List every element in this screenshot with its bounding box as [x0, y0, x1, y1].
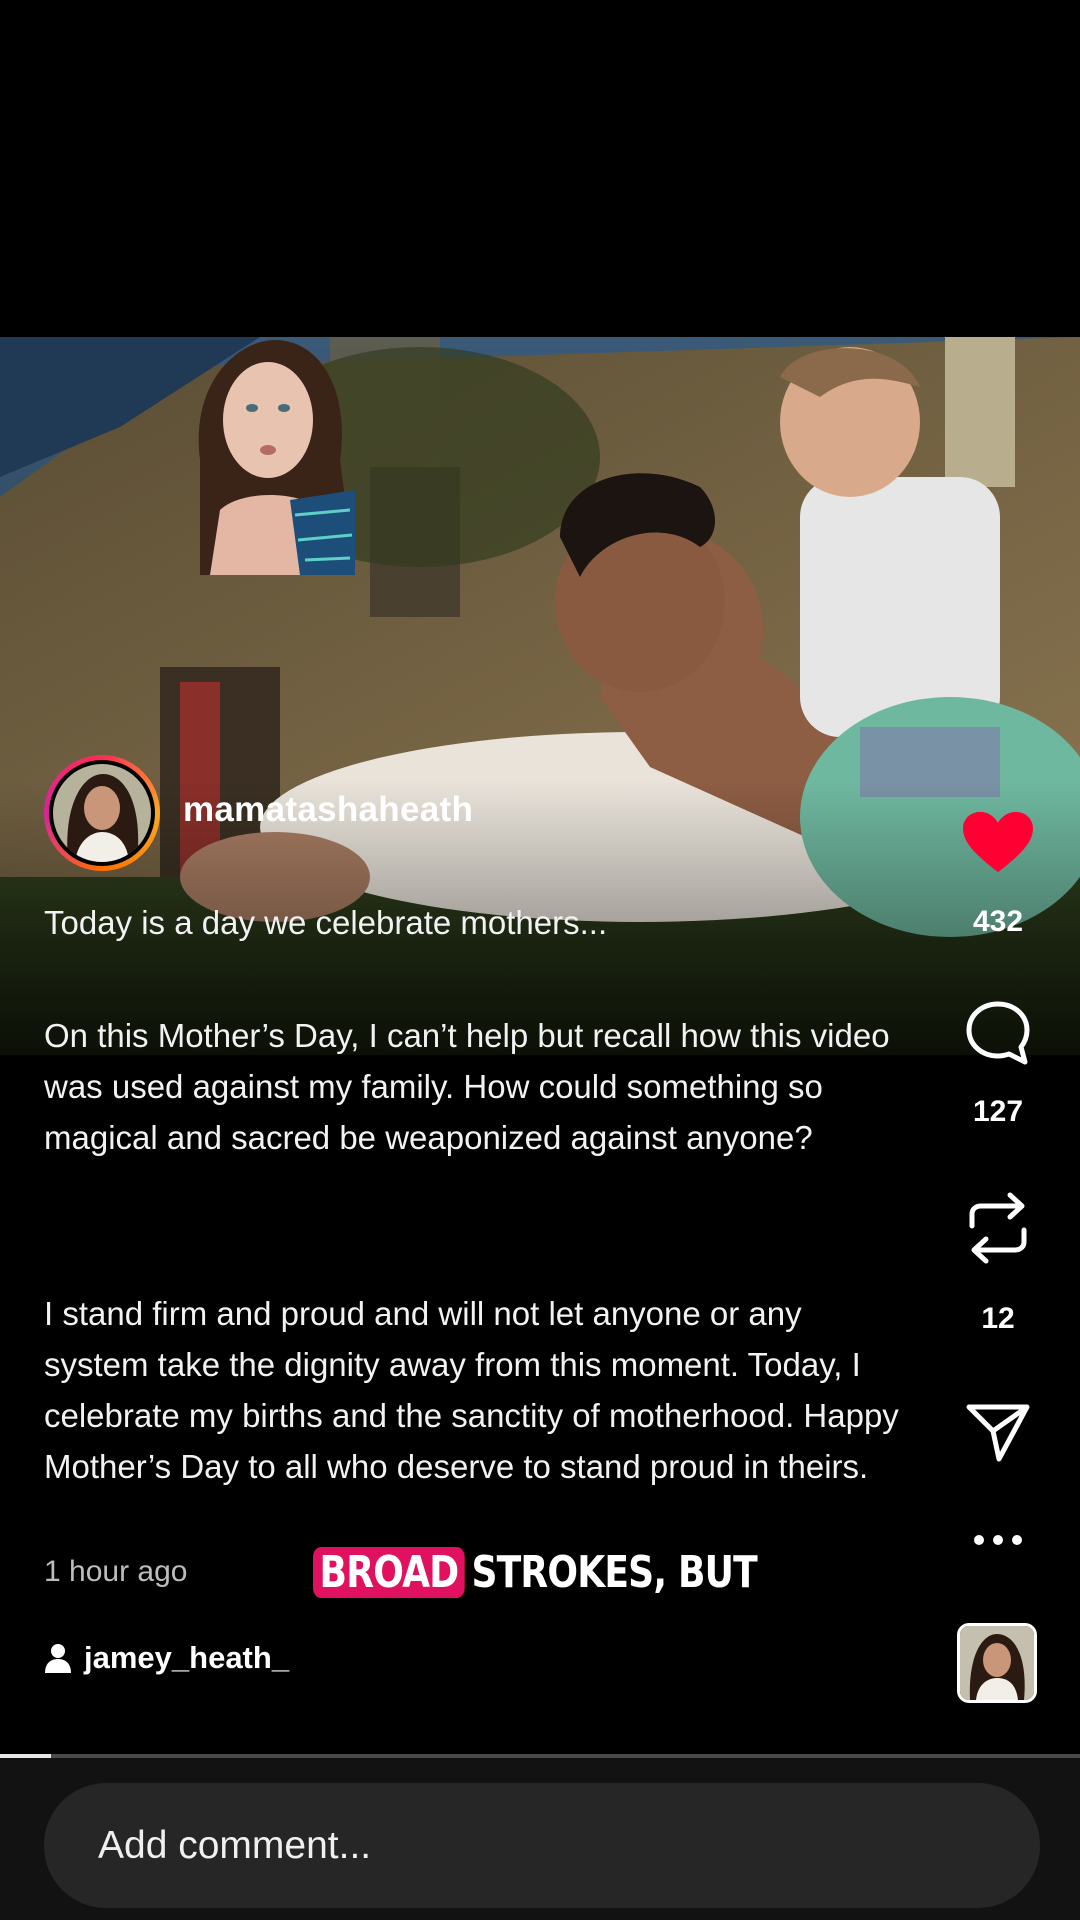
- audio-username: jamey_heath_: [84, 1640, 290, 1675]
- author-avatar[interactable]: [44, 755, 160, 871]
- person-icon: [45, 1644, 71, 1673]
- author-username[interactable]: mamatashaheath: [183, 790, 473, 830]
- subtitle-text: STROKES, BUT: [471, 1546, 757, 1598]
- repost-arrows-icon[interactable]: [963, 1192, 1033, 1264]
- paper-plane-icon[interactable]: [963, 1397, 1033, 1467]
- subtitle-highlight-word: BROAD: [313, 1546, 465, 1598]
- more-dots-icon[interactable]: [963, 1505, 1033, 1575]
- author-avatar-image: [53, 764, 151, 862]
- heart-icon[interactable]: [963, 808, 1033, 878]
- audio-thumbnail[interactable]: [957, 1623, 1037, 1703]
- speech-bubble-icon[interactable]: [963, 998, 1033, 1068]
- post-timestamp: 1 hour ago: [44, 1555, 188, 1588]
- caption-headline[interactable]: Today is a day we celebrate mothers...: [44, 897, 914, 948]
- caption-paragraph-2: I stand firm and proud and will not let …: [44, 1295, 899, 1485]
- like-count[interactable]: 432: [940, 905, 1056, 939]
- comment-count[interactable]: 127: [940, 1095, 1056, 1129]
- repost-count[interactable]: 12: [940, 1302, 1056, 1336]
- presenter-overlay: [180, 340, 355, 575]
- caption-paragraph-1: On this Mother’s Day, I can’t help but r…: [44, 1017, 890, 1156]
- video-subtitle: BROAD STROKES, BUT: [313, 1540, 758, 1604]
- comment-input[interactable]: [44, 1783, 1040, 1908]
- avatar-border: [49, 760, 155, 866]
- audio-attribution[interactable]: jamey_heath_: [44, 1640, 289, 1676]
